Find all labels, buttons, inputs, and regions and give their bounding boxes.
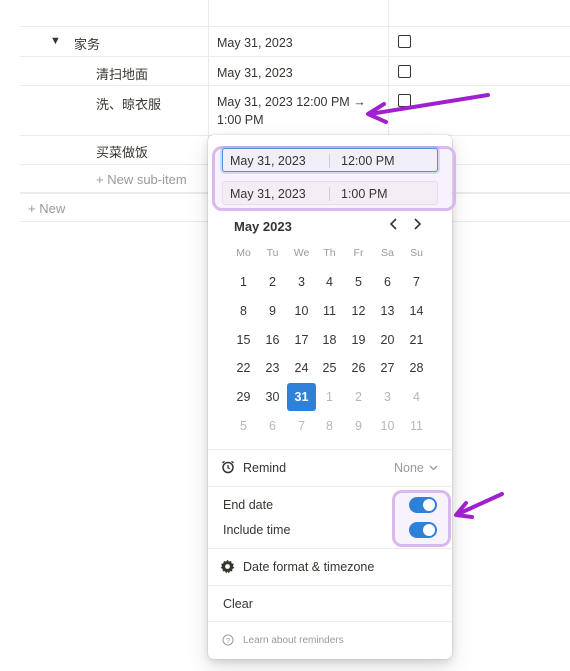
svg-text:?: ? — [226, 636, 230, 645]
calendar-day[interactable]: 12 — [344, 297, 373, 325]
calendar-day[interactable]: 26 — [344, 354, 373, 382]
annotation-arrow — [454, 492, 504, 519]
calendar-day[interactable]: 6 — [373, 268, 402, 296]
calendar-day[interactable]: 2 — [258, 268, 287, 296]
calendar-day[interactable]: 8 — [229, 297, 258, 325]
calendar-day[interactable]: 5 — [229, 412, 258, 440]
row-date-line1[interactable]: May 31, 2023 12:00 PM → — [217, 93, 366, 111]
calendar-day[interactable]: 24 — [287, 354, 316, 382]
calendar-day[interactable]: 3 — [287, 268, 316, 296]
end-date-input[interactable]: May 31, 2023 1:00 PM — [222, 181, 438, 205]
new-button[interactable]: + New — [28, 201, 65, 216]
calendar-day[interactable]: 7 — [402, 268, 431, 296]
end-time-value: 1:00 PM — [341, 187, 388, 201]
clear-button[interactable]: Clear — [223, 597, 253, 611]
row-title[interactable]: 清扫地面 — [96, 64, 148, 83]
start-date-input[interactable]: May 31, 2023 12:00 PM — [222, 148, 438, 172]
weekday-header: Tu — [266, 247, 279, 259]
calendar-day[interactable]: 21 — [402, 326, 431, 354]
weekday-header: Sa — [381, 247, 394, 259]
calendar-day[interactable]: 8 — [315, 412, 344, 440]
include-time-toggle[interactable] — [409, 522, 437, 538]
calendar-day[interactable]: 28 — [402, 354, 431, 382]
row-date[interactable]: May 31, 2023 — [217, 34, 293, 52]
calendar-day[interactable]: 17 — [287, 326, 316, 354]
calendar-day[interactable]: 18 — [315, 326, 344, 354]
calendar-day[interactable]: 11 — [402, 412, 431, 440]
weekday-header: Th — [323, 247, 336, 259]
toggle-arrow-icon[interactable]: ▼ — [50, 35, 61, 47]
calendar-day[interactable]: 27 — [373, 354, 402, 382]
row-title[interactable]: 买菜做饭 — [96, 142, 148, 161]
end-date-value: May 31, 2023 — [230, 187, 306, 201]
calendar-day[interactable]: 16 — [258, 326, 287, 354]
alarm-clock-icon — [221, 460, 235, 477]
table-row[interactable] — [20, 27, 570, 57]
calendar-day[interactable]: 13 — [373, 297, 402, 325]
row-title[interactable]: 家务 — [74, 34, 100, 53]
chevron-down-icon — [429, 465, 438, 471]
weekday-header: We — [293, 247, 310, 259]
remind-label[interactable]: Remind — [243, 461, 286, 475]
calendar-day[interactable]: 29 — [229, 383, 258, 411]
calendar-day[interactable]: 9 — [258, 297, 287, 325]
calendar-day[interactable]: 14 — [402, 297, 431, 325]
chevron-right-icon[interactable] — [411, 216, 423, 237]
remind-select[interactable]: None — [394, 461, 438, 475]
calendar-day[interactable]: 20 — [373, 326, 402, 354]
calendar-day[interactable]: 1 — [229, 268, 258, 296]
calendar-day[interactable]: 25 — [315, 354, 344, 382]
gear-icon — [220, 559, 235, 577]
calendar-day[interactable]: 3 — [373, 383, 402, 411]
row-date[interactable]: May 31, 2023 — [217, 64, 293, 82]
calendar-day[interactable]: 4 — [315, 268, 344, 296]
start-time-value: 12:00 PM — [341, 154, 395, 168]
calendar-day[interactable]: 1 — [315, 383, 344, 411]
include-time-label: Include time — [223, 523, 291, 537]
calendar-day[interactable]: 10 — [373, 412, 402, 440]
calendar-day[interactable]: 30 — [258, 383, 287, 411]
start-date-value: May 31, 2023 — [230, 154, 306, 168]
calendar-day[interactable]: 5 — [344, 268, 373, 296]
end-date-label: End date — [223, 498, 274, 512]
row-checkbox[interactable] — [398, 65, 411, 78]
row-date-line2[interactable]: 1:00 PM — [217, 111, 264, 129]
row-checkbox[interactable] — [398, 35, 411, 48]
calendar-day[interactable]: 22 — [229, 354, 258, 382]
chevron-left-icon[interactable] — [388, 216, 400, 237]
weekday-header: Su — [410, 247, 423, 259]
calendar-day[interactable]: 2 — [344, 383, 373, 411]
help-circle-icon: ? — [222, 634, 234, 649]
new-sub-item-button[interactable]: + New sub-item — [96, 172, 187, 187]
calendar-day[interactable]: 7 — [287, 412, 316, 440]
calendar-day[interactable]: 4 — [402, 383, 431, 411]
calendar-day[interactable]: 23 — [258, 354, 287, 382]
end-date-toggle[interactable] — [409, 497, 437, 513]
weekday-header: Mo — [236, 247, 251, 259]
calendar-day[interactable]: 10 — [287, 297, 316, 325]
remind-value: None — [394, 461, 424, 475]
date-format-button[interactable]: Date format & timezone — [243, 560, 374, 574]
row-title[interactable]: 洗、晾衣服 — [96, 94, 161, 113]
calendar-day[interactable]: 15 — [229, 326, 258, 354]
calendar-day-selected[interactable]: 31 — [287, 383, 316, 411]
calendar-day[interactable]: 19 — [344, 326, 373, 354]
weekday-header: Fr — [353, 247, 364, 259]
table-header-row — [20, 0, 570, 27]
calendar-day[interactable]: 9 — [344, 412, 373, 440]
row-checkbox[interactable] — [398, 94, 411, 107]
learn-about-reminders-link[interactable]: Learn about reminders — [243, 635, 344, 646]
calendar-day[interactable]: 11 — [315, 297, 344, 325]
calendar-month-label: May 2023 — [234, 219, 292, 234]
calendar-day[interactable]: 6 — [258, 412, 287, 440]
